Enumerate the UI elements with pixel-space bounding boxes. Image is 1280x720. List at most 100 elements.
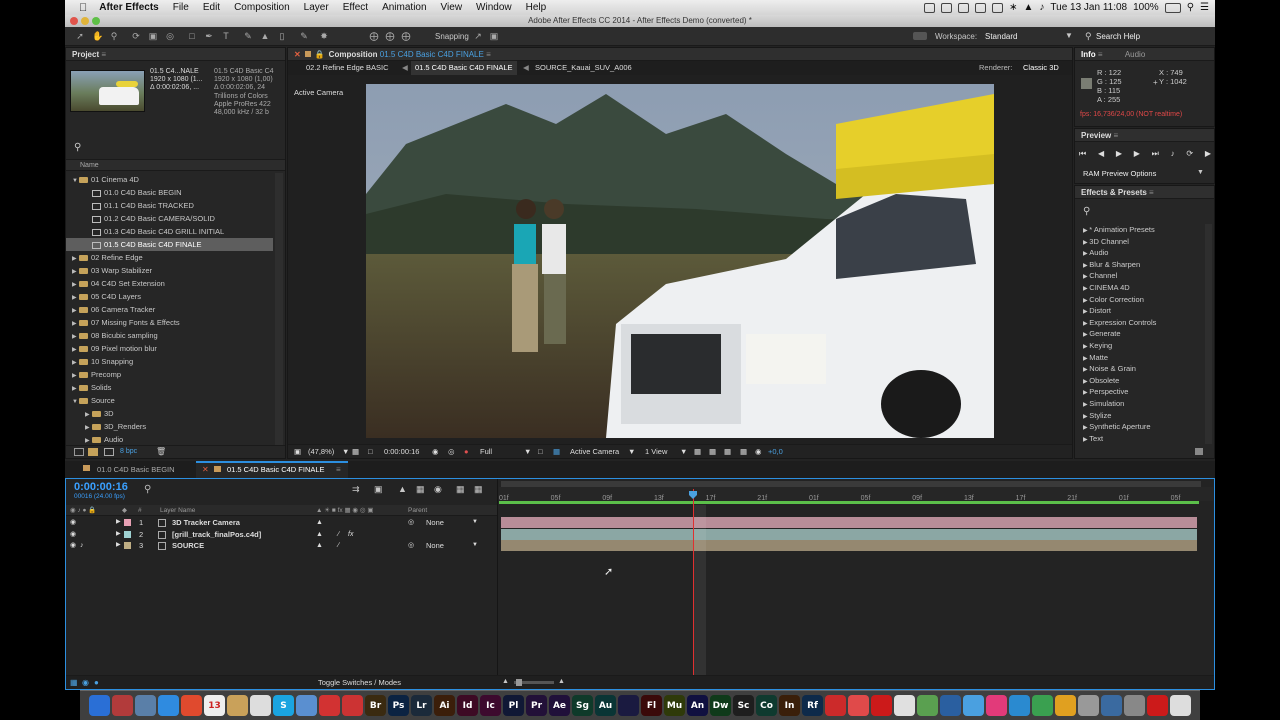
dock-app-icon[interactable]: Pl	[503, 695, 524, 716]
draft-3d-icon[interactable]: ▣	[374, 484, 383, 495]
project-folder[interactable]: ▼ 01 Cinema 4D	[66, 173, 273, 186]
effects-category[interactable]: ▶ Stylize	[1075, 410, 1203, 422]
motion-blur-icon[interactable]: ◉	[434, 484, 442, 495]
twirl-icon[interactable]: ▶	[116, 529, 121, 541]
composition-tab[interactable]: ✕ 🔒 Composition 01.5 C4D Basic C4D FINALE …	[288, 48, 1072, 61]
reset-exposure-icon[interactable]: ▦	[709, 445, 716, 459]
snapping-options-icon[interactable]: ▣	[489, 31, 499, 41]
expand-right-icon[interactable]: ▶	[85, 435, 92, 445]
workspace-dropdown-icon[interactable]: ▼	[1065, 31, 1073, 40]
timemachine-icon[interactable]	[992, 2, 1004, 13]
menu-composition[interactable]: Composition	[234, 2, 290, 13]
battery-icon[interactable]	[1164, 2, 1181, 13]
menu-app-name[interactable]: After Effects	[99, 2, 158, 13]
minimize-window-button[interactable]	[81, 17, 89, 25]
comp-crumb-current[interactable]: 01.5 C4D Basic C4D FINALE	[411, 61, 517, 75]
type-tool-icon[interactable]: T	[221, 31, 231, 41]
menu-window[interactable]: Window	[476, 2, 512, 13]
shy-layers-icon[interactable]: ▲	[398, 484, 407, 494]
dock-app-icon[interactable]: Sg	[572, 695, 593, 716]
time-ruler[interactable]: 01f 05f 09f 13f 17f 21f 01f 05f 09f 13f 17f 21f 01f 0…	[499, 487, 1213, 502]
project-folder[interactable]: ▶ 3D_Renders	[66, 420, 273, 433]
zoom-tool-icon[interactable]: ⚲	[109, 31, 119, 41]
menu-animation[interactable]: Animation	[382, 2, 426, 13]
dock-app-icon[interactable]: Rf	[802, 695, 823, 716]
dock-app-icon[interactable]	[1055, 695, 1076, 716]
dock-app-icon[interactable]	[250, 695, 271, 716]
search-help-icon[interactable]: ⚲	[1085, 31, 1092, 42]
playhead-line[interactable]	[693, 489, 694, 675]
dock-app-icon[interactable]: Pr	[526, 695, 547, 716]
timeline-layer-row[interactable]: ◉ ▶ 1 3D Tracker Camera ▲ ◎ None ▼	[66, 517, 498, 529]
shy-switch-icon[interactable]: ▲	[316, 517, 323, 529]
dock-app-icon[interactable]	[963, 695, 984, 716]
channel-icon[interactable]: ●	[464, 445, 469, 459]
timeline-graph[interactable]: 01f 05f 09f 13f 17f 21f 01f 05f 09f 13f 17f 21f 01f 0…	[499, 479, 1213, 675]
effects-category[interactable]: ▶ Channel	[1075, 270, 1203, 282]
project-column-header[interactable]: Name	[66, 159, 285, 171]
dock-app-icon[interactable]: Dw	[710, 695, 731, 716]
column-layer-name[interactable]: Layer Name	[160, 505, 195, 516]
dock-app-icon[interactable]	[1147, 695, 1168, 716]
prev-frame-icon[interactable]: ◀	[1098, 149, 1104, 159]
mute-icon[interactable]: ♪	[1171, 149, 1175, 159]
effects-category[interactable]: ▶ Matte	[1075, 352, 1203, 364]
loop-icon[interactable]: ⟳	[1186, 149, 1193, 159]
snapping-icon[interactable]: ↗	[473, 31, 483, 41]
clone-stamp-tool-icon[interactable]: ▲	[260, 31, 270, 41]
trash-icon[interactable]: 🗑	[156, 447, 166, 456]
eye-icon[interactable]: ◉	[70, 540, 76, 552]
effects-category[interactable]: ▶ CINEMA 4D	[1075, 282, 1203, 294]
transparency-grid-icon[interactable]: ▦	[553, 445, 560, 459]
pen-tool-icon[interactable]: ✒	[204, 31, 214, 41]
parent-select[interactable]: None	[426, 517, 444, 529]
bluetooth-icon[interactable]: ∗	[1009, 2, 1017, 13]
dock-app-icon[interactable]	[1101, 695, 1122, 716]
label-column-icon[interactable]: ◆	[122, 505, 127, 516]
timeline-tab-begin[interactable]: 01.0 C4D Basic BEGIN	[97, 465, 175, 474]
roto-brush-tool-icon[interactable]: ✎	[299, 31, 309, 41]
graph-editor-icon[interactable]: ▦	[474, 484, 483, 495]
comp-viewer[interactable]	[366, 84, 994, 438]
comp-mini-flowchart-icon[interactable]: ⇉	[352, 484, 360, 495]
dock-app-icon[interactable]	[135, 695, 156, 716]
project-folder[interactable]: ▶ Precomp	[66, 368, 273, 381]
eraser-tool-icon[interactable]: ▯	[277, 31, 287, 41]
effects-category[interactable]: ▶ Simulation	[1075, 398, 1203, 410]
rotate-tool-icon[interactable]: ⟳	[131, 31, 141, 41]
spotlight-icon[interactable]: ⚲	[1187, 2, 1194, 13]
resolution-select[interactable]: Full	[480, 445, 492, 459]
status-icon[interactable]	[924, 2, 936, 13]
zoom-window-button[interactable]	[92, 17, 100, 25]
interpret-footage-icon[interactable]	[74, 448, 84, 456]
ram-preview-dropdown-icon[interactable]: ▼	[1197, 169, 1204, 176]
fast-previews-icon[interactable]: ▦	[740, 445, 747, 459]
project-composition[interactable]: 01.1 C4D Basic TRACKED	[66, 199, 273, 212]
dock-app-icon[interactable]	[227, 695, 248, 716]
sync-icon[interactable]	[958, 2, 970, 13]
dock-app-icon[interactable]	[112, 695, 133, 716]
new-folder-icon[interactable]	[88, 448, 98, 456]
dock-app-icon[interactable]	[986, 695, 1007, 716]
battery-percent[interactable]: 100%	[1133, 2, 1159, 13]
label-color-swatch[interactable]	[124, 530, 131, 538]
project-composition[interactable]: 01.3 C4D Basic C4D GRILL INITIAL	[66, 225, 273, 238]
project-folder[interactable]: ▼ Source	[66, 394, 273, 407]
dock-app-icon[interactable]	[1078, 695, 1099, 716]
effects-category[interactable]: ▶ Distort	[1075, 305, 1203, 317]
zoom-slider[interactable]	[514, 679, 554, 686]
dock-app-icon[interactable]	[1032, 695, 1053, 716]
twirl-icon[interactable]: ▶	[116, 517, 121, 529]
layer-duration-bar[interactable]	[501, 528, 1197, 540]
audio-icon[interactable]: ♪	[80, 540, 84, 552]
parent-select[interactable]: None	[426, 540, 444, 552]
tab-audio[interactable]: Audio	[1125, 50, 1145, 59]
dock-app-icon[interactable]	[825, 695, 846, 716]
dock-app-icon[interactable]: 13	[204, 695, 225, 716]
dock-app-icon[interactable]: Br	[365, 695, 386, 716]
dock-app-icon[interactable]: Lr	[411, 695, 432, 716]
project-search-icon[interactable]: ⚲	[74, 142, 81, 153]
timeline-menu-icon[interactable]: ≡	[336, 465, 341, 474]
menu-edit[interactable]: Edit	[203, 2, 220, 13]
layer-name[interactable]: SOURCE	[172, 540, 204, 552]
